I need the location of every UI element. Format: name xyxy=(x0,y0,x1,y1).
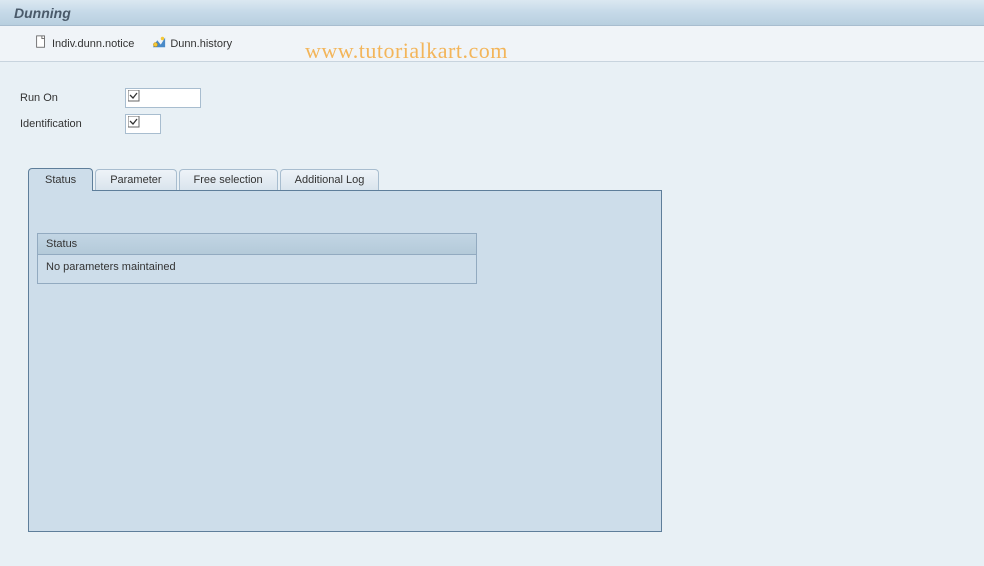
value-help-icon[interactable] xyxy=(128,90,140,102)
tab-panel-status: Status No parameters maintained xyxy=(28,190,662,532)
tab-additional-log-label: Additional Log xyxy=(295,174,365,186)
identification-input[interactable] xyxy=(125,114,161,134)
tab-free-selection[interactable]: Free selection xyxy=(179,169,278,190)
tab-free-selection-label: Free selection xyxy=(194,174,263,186)
page-title: Dunning xyxy=(14,5,71,21)
tab-status[interactable]: Status xyxy=(28,168,93,191)
status-message: No parameters maintained xyxy=(38,255,476,283)
toolbar: Indiv.dunn.notice Dunn.history xyxy=(0,26,984,62)
indiv-dunn-notice-label: Indiv.dunn.notice xyxy=(52,38,134,50)
identification-row: Identification xyxy=(20,114,964,134)
identification-label: Identification xyxy=(20,118,125,130)
value-help-icon[interactable] xyxy=(128,116,140,128)
document-icon xyxy=(34,35,48,52)
run-on-row: Run On xyxy=(20,88,964,108)
history-icon xyxy=(152,35,166,52)
status-group-title: Status xyxy=(38,234,476,255)
title-bar: Dunning xyxy=(0,0,984,26)
tab-parameter-label: Parameter xyxy=(110,174,161,186)
run-on-input[interactable] xyxy=(125,88,201,108)
tab-status-label: Status xyxy=(45,174,76,186)
run-on-label: Run On xyxy=(20,92,125,104)
indiv-dunn-notice-button[interactable]: Indiv.dunn.notice xyxy=(34,35,134,52)
tab-row: Status Parameter Free selection Addition… xyxy=(28,168,964,190)
content-area: Run On Identification Status Parameter F… xyxy=(0,62,984,544)
tab-parameter[interactable]: Parameter xyxy=(95,169,176,190)
tab-additional-log[interactable]: Additional Log xyxy=(280,169,380,190)
dunn-history-label: Dunn.history xyxy=(170,38,232,50)
dunn-history-button[interactable]: Dunn.history xyxy=(152,35,232,52)
status-groupbox: Status No parameters maintained xyxy=(37,233,477,284)
tabstrip: Status Parameter Free selection Addition… xyxy=(28,168,964,532)
